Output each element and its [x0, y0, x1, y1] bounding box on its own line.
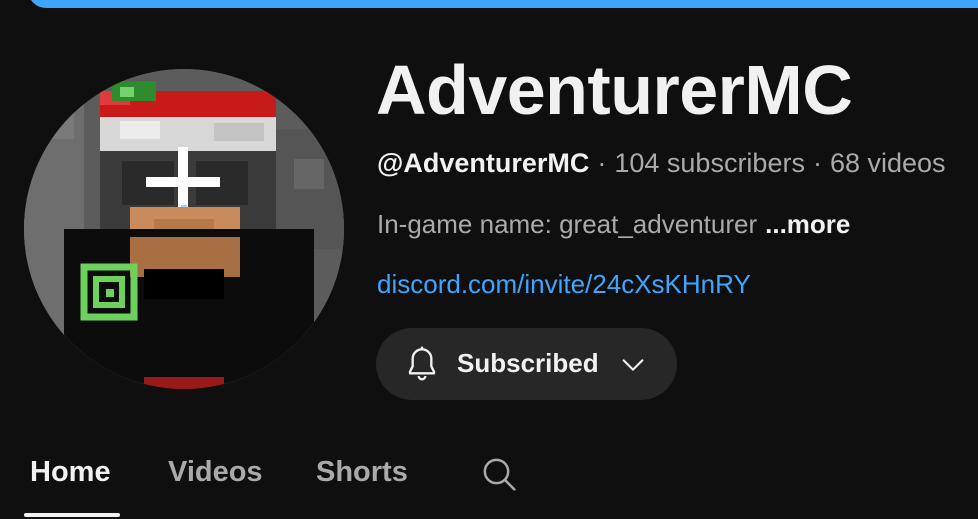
chevron-down-icon	[622, 359, 644, 371]
channel-banner	[28, 0, 978, 8]
channel-link[interactable]: discord.com/invite/24cXsKHnRY	[377, 269, 751, 300]
channel-meta: @AdventurerMC · 104 subscribers · 68 videos	[377, 148, 946, 179]
channel-tabs: Home Videos Shorts	[0, 440, 978, 519]
tab-home[interactable]: Home	[30, 456, 111, 489]
description-text: In-game name: great_adventurer	[377, 209, 758, 239]
active-tab-indicator	[24, 513, 120, 517]
more-button[interactable]: ...more	[765, 209, 850, 239]
subscribed-label: Subscribed	[457, 348, 599, 378]
channel-handle[interactable]: @AdventurerMC	[377, 148, 589, 178]
subscriber-count: 104 subscribers	[614, 148, 805, 178]
channel-description[interactable]: In-game name: great_adventurer ...more	[377, 209, 850, 240]
avatar-image	[24, 69, 344, 389]
separator-dot: ·	[812, 148, 822, 178]
tab-shorts[interactable]: Shorts	[316, 456, 408, 489]
subscribed-button[interactable]: Subscribed	[376, 328, 677, 400]
channel-avatar[interactable]	[24, 69, 344, 389]
tab-videos[interactable]: Videos	[168, 456, 263, 489]
bell-icon	[408, 346, 436, 381]
search-icon[interactable]	[479, 454, 519, 494]
channel-name: AdventurerMC	[376, 51, 853, 129]
channel-page: AdventurerMC @AdventurerMC · 104 subscribe…	[0, 0, 978, 519]
video-count: 68 videos	[829, 148, 946, 178]
separator-dot: ·	[597, 148, 607, 178]
